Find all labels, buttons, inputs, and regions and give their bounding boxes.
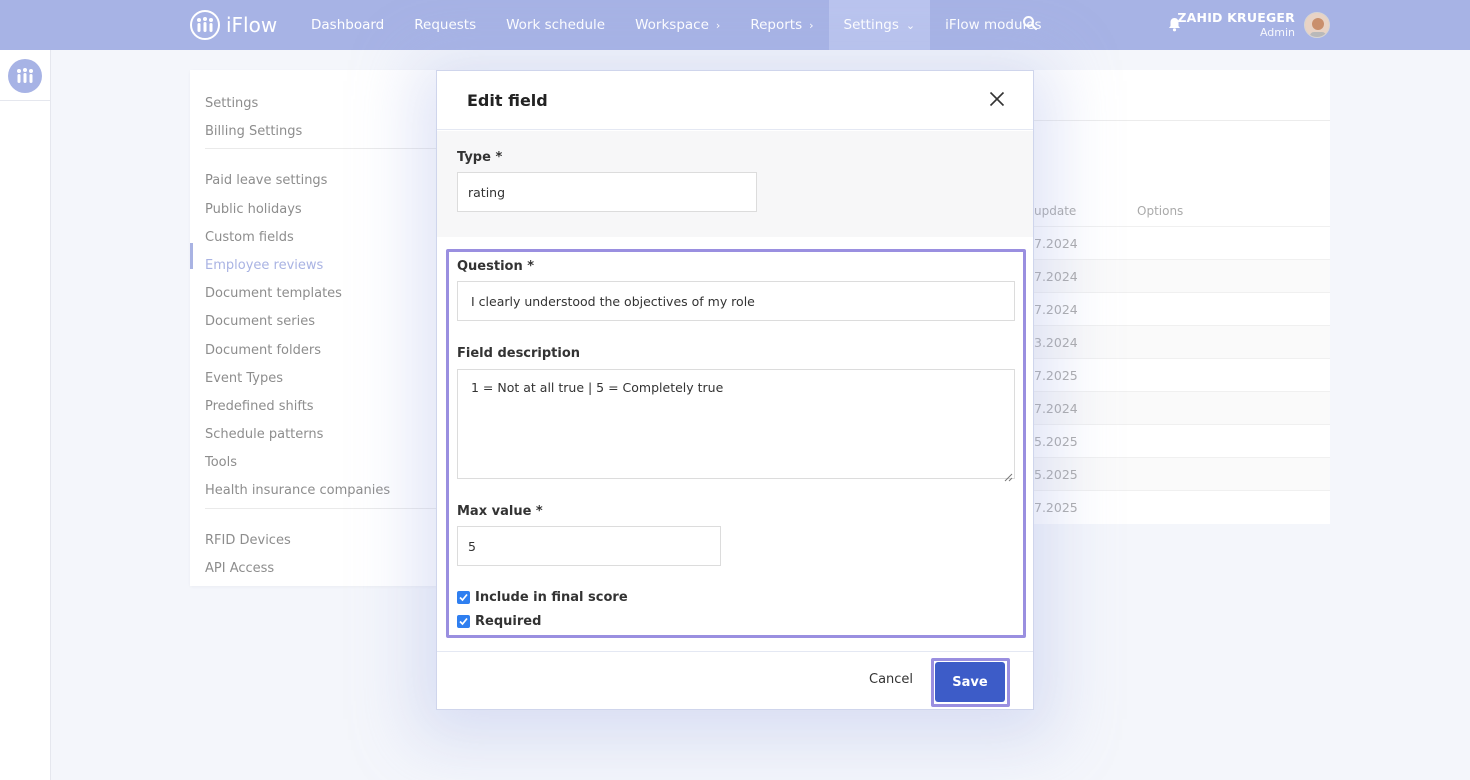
table-cell-date: 7.2024 [1034,401,1078,416]
avatar[interactable] [1304,12,1330,38]
settings-menu-item-predefined-shifts[interactable]: Predefined shifts [205,399,314,414]
settings-menu-item-custom-fields[interactable]: Custom fields [205,230,294,245]
card-header-divider [1034,120,1330,121]
table-row[interactable]: 7.2024 [1034,391,1330,424]
logo-icon [190,10,220,40]
nav-item-work-schedule[interactable]: Work schedule [491,0,620,50]
required-label[interactable]: Required [475,614,541,629]
nav-item-dashboard[interactable]: Dashboard [296,0,399,50]
check-icon [459,593,468,602]
table-cell-date: 7.2024 [1034,302,1078,317]
check-icon [459,617,468,626]
nav-item-label: Reports [750,17,803,33]
type-label: Type * [457,150,503,165]
modal-footer: Cancel Save [437,651,1033,709]
table-row[interactable]: 7.2025 [1034,490,1330,523]
question-label: Question * [457,259,535,274]
settings-menu-item-billing-settings[interactable]: Billing Settings [205,124,302,139]
table-row[interactable]: 7.2024 [1034,259,1330,292]
chevron-right-icon: › [715,18,721,32]
save-button[interactable]: Save [935,662,1005,702]
table-cell-date: 7.2025 [1034,500,1078,515]
description-textarea[interactable]: 1 = Not at all true | 5 = Completely tru… [457,369,1015,479]
description-label: Field description [457,346,581,361]
table-row[interactable]: 7.2025 [1034,358,1330,391]
rail-logo-icon[interactable] [8,59,42,93]
nav-item-label: Requests [414,17,477,33]
settings-menu-item-rfid-devices[interactable]: RFID Devices [205,533,291,548]
table-header-options: Options [1137,204,1184,218]
table-row[interactable]: 5.2025 [1034,457,1330,490]
settings-menu-item-health-insurance-companies[interactable]: Health insurance companies [205,483,390,498]
active-indicator [190,243,193,269]
settings-menu-item-document-templates[interactable]: Document templates [205,286,342,301]
table-row[interactable]: 5.2025 [1034,424,1330,457]
settings-menu-item-settings[interactable]: Settings [205,96,258,111]
cancel-button[interactable]: Cancel [869,672,913,687]
settings-menu-item-tools[interactable]: Tools [205,455,237,470]
top-navbar: iFlow Dashboard Requests Work schedule Work… [0,0,1470,50]
table-cell-date: 7.2025 [1034,368,1078,383]
nav-item-workspace[interactable]: Workspace › [620,0,735,50]
question-input[interactable] [457,281,1015,321]
rail-divider [0,100,51,101]
chevron-down-icon: ⌄ [905,18,916,32]
table-cell-date: 3.2024 [1034,335,1078,350]
max-value-input[interactable] [457,526,721,566]
nav-item-label: Dashboard [311,17,385,33]
modal-title: Edit field [467,91,548,110]
menu-divider [205,508,440,509]
settings-menu-item-public-holidays[interactable]: Public holidays [205,202,302,217]
settings-menu-item-event-types[interactable]: Event Types [205,371,283,386]
nav-item-settings[interactable]: Settings ⌄ [828,0,931,50]
nav-item-label: Work schedule [506,17,606,33]
nav-item-requests[interactable]: Requests [399,0,491,50]
resize-grip-icon[interactable] [1003,467,1013,482]
settings-menu-item-document-series[interactable]: Document series [205,314,315,329]
settings-menu-item-employee-reviews[interactable]: Employee reviews [205,258,323,273]
nav-item-label: Settings [843,17,899,33]
table-cell-date: 5.2025 [1034,467,1078,482]
table-cell-date: 7.2024 [1034,236,1078,251]
required-checkbox[interactable] [457,615,470,628]
nav-item-reports[interactable]: Reports › [735,0,828,50]
include-score-checkbox[interactable] [457,591,470,604]
table-cell-date: 5.2025 [1034,434,1078,449]
menu-divider [205,148,440,149]
left-rail [0,50,51,780]
settings-menu-item-paid-leave-settings[interactable]: Paid leave settings [205,173,327,188]
user-role: Admin [1259,26,1295,39]
chevron-right-icon: › [809,18,814,32]
user-info[interactable]: ZAHID KRUEGER Admin [1177,10,1295,39]
table-cell-date: 7.2024 [1034,269,1078,284]
settings-menu-item-schedule-patterns[interactable]: Schedule patterns [205,427,323,442]
close-icon[interactable] [989,91,1009,111]
main-nav: Dashboard Requests Work schedule Workspace ›… [296,0,1057,50]
table-header-update: update [1034,204,1077,218]
settings-menu-item-document-folders[interactable]: Document folders [205,343,321,358]
table-row[interactable]: 3.2024 [1034,325,1330,358]
table-row[interactable]: 7.2024 [1034,292,1330,325]
type-section: Type * [437,131,1033,237]
search-icon[interactable] [1022,15,1042,35]
reviews-table-card: update Options 7.2024 7.2024 7.2024 3.2024 7… [1034,70,1330,524]
type-input[interactable] [457,172,757,212]
max-value-label: Max value * [457,504,543,519]
modal-header: Edit field [437,71,1033,130]
table-row[interactable]: 7.2024 [1034,226,1330,259]
nav-item-label: Workspace [635,17,709,33]
settings-menu-item-api-access[interactable]: API Access [205,561,274,576]
app-logo[interactable]: iFlow [190,10,277,40]
include-score-label[interactable]: Include in final score [475,590,628,605]
edit-field-modal: Edit field Type * Question * Field descr… [436,70,1034,710]
user-name: ZAHID KRUEGER [1177,10,1295,25]
app-name: iFlow [226,13,278,37]
settings-menu: Settings Billing Settings Paid leave setti… [190,70,440,586]
